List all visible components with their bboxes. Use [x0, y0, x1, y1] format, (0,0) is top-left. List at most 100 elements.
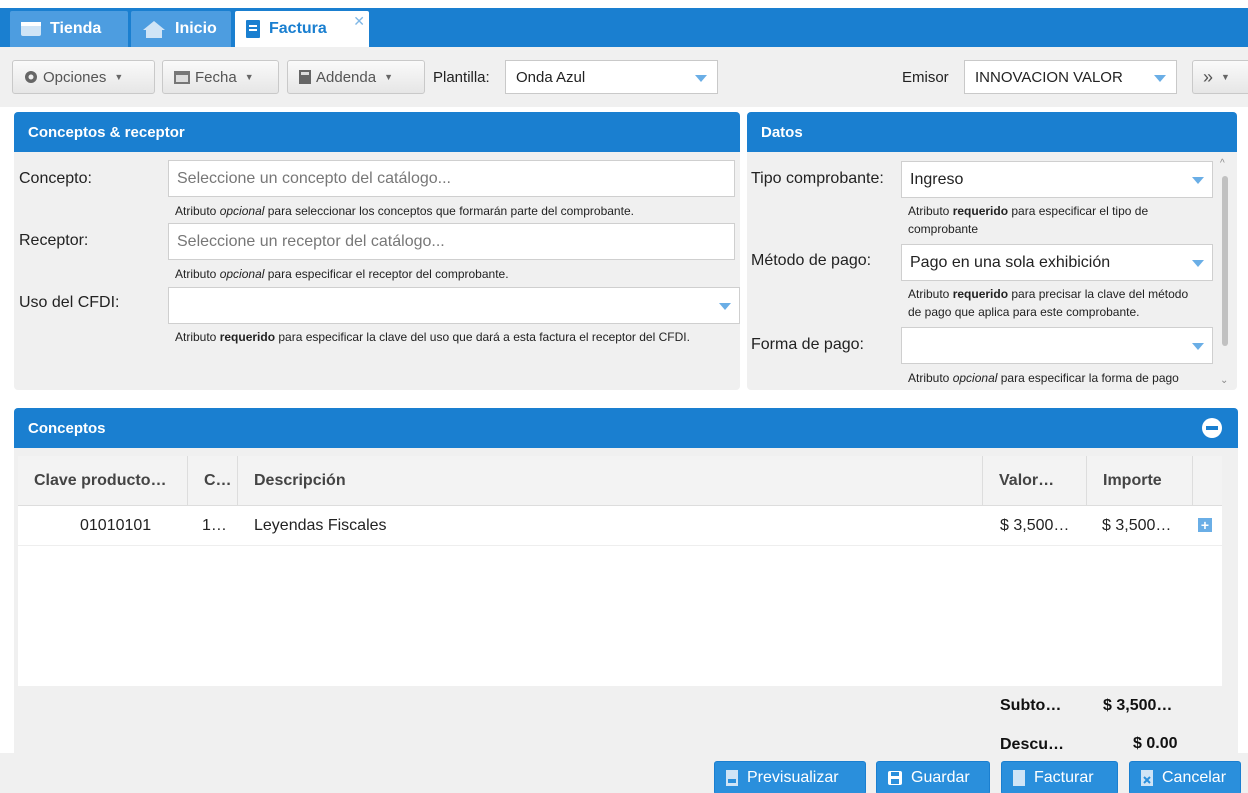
tab-inicio[interactable]: Inicio [131, 11, 231, 47]
descuento-label: Descu… [1000, 736, 1065, 753]
scroll-up-icon[interactable]: ^ [1220, 158, 1225, 169]
metodo-pago-label: Método de pago: [751, 252, 872, 269]
table-row[interactable]: 01010101 1… Leyendas Fiscales $ 3,500… $… [18, 506, 1222, 546]
concepto-input[interactable]: Seleccione un concepto del catálogo... [168, 160, 735, 197]
footer-bar: Previsualizar Guardar Facturar Cancelar [0, 753, 1248, 793]
tab-factura[interactable]: Factura ✕ [235, 11, 369, 47]
panel-title: Conceptos & receptor [14, 112, 740, 152]
cancel-icon [1140, 769, 1154, 787]
preview-label: Previsualizar [747, 769, 839, 786]
table-header: Clave producto… C… Descripción Valor… Im… [18, 456, 1222, 506]
date-button[interactable]: Fecha ▼ [162, 60, 279, 94]
datos-panel: Datos Tipo comprobante: Ingreso Atributo… [747, 112, 1237, 390]
cancel-label: Cancelar [1162, 769, 1227, 786]
template-label: Plantilla: [433, 69, 490, 86]
receptor-input[interactable]: Seleccione un receptor del catálogo... [168, 223, 735, 260]
cancel-button[interactable]: Cancelar [1129, 761, 1241, 793]
descuento-value: $ 0.00 [1133, 735, 1178, 752]
caret-down-icon: ▼ [1221, 72, 1230, 82]
panel-title: Datos [747, 112, 1237, 152]
conceptos-title: Conceptos [28, 419, 106, 437]
column-header-clave[interactable]: Clave producto… [18, 456, 188, 506]
tipo-comprobante-hint: Atributo requerido para especificar el t… [908, 204, 1149, 236]
datos-scrollbar[interactable]: ^ ⌄ [1219, 158, 1231, 386]
tab-label: Tienda [50, 20, 102, 37]
calculator-icon [298, 69, 312, 85]
concepto-hint: Atributo opcional para seleccionar los c… [175, 204, 634, 218]
cell-cantidad: 1… [202, 517, 227, 534]
addenda-label: Addenda [316, 68, 377, 86]
uso-cfdi-hint: Atributo requerido para especificar la c… [175, 330, 690, 344]
conceptos-table: Clave producto… C… Descripción Valor… Im… [18, 456, 1222, 686]
concepto-label: Concepto: [19, 170, 92, 187]
receptor-hint: Atributo opcional para especificar el re… [175, 267, 509, 281]
column-header-cantidad[interactable]: C… [188, 456, 238, 506]
save-button[interactable]: Guardar [876, 761, 990, 793]
caret-down-icon: ▼ [114, 72, 124, 82]
tab-label: Factura [269, 20, 327, 37]
dropdown-arrow-icon [1192, 343, 1204, 350]
invoice-icon [1012, 769, 1026, 787]
gear-icon [23, 69, 39, 85]
caret-down-icon: ▼ [384, 72, 393, 82]
collapse-icon[interactable] [1202, 418, 1222, 438]
home-icon [141, 19, 167, 39]
caret-down-icon: ▼ [244, 72, 254, 82]
emisor-select[interactable]: INNOVACION VALOR [964, 60, 1177, 94]
more-button[interactable]: » ▼ [1192, 60, 1248, 94]
pdf-icon [725, 769, 739, 787]
cell-importe: $ 3,500… [1102, 517, 1172, 534]
more-label: » [1203, 66, 1214, 87]
conceptos-receptor-panel: Conceptos & receptor Concepto: Seleccion… [14, 112, 740, 390]
tipo-comprobante-label: Tipo comprobante: [751, 170, 884, 187]
invoice-button[interactable]: Facturar [1001, 761, 1118, 793]
tipo-comprobante-select[interactable]: Ingreso [901, 161, 1213, 198]
forma-pago-label: Forma de pago: [751, 336, 864, 353]
scroll-thumb[interactable] [1222, 176, 1228, 346]
dropdown-arrow-icon [695, 75, 707, 82]
uso-cfdi-select[interactable] [168, 287, 740, 324]
metodo-pago-hint: Atributo requerido para precisar la clav… [908, 287, 1189, 319]
forma-pago-hint: Atributo opcional para especificar la fo… [908, 371, 1179, 385]
save-label: Guardar [911, 769, 970, 786]
scroll-down-icon[interactable]: ⌄ [1220, 375, 1228, 386]
metodo-pago-select[interactable]: Pago en una sola exhibición [901, 244, 1213, 281]
receptor-label: Receptor: [19, 232, 89, 249]
options-label: Opciones [43, 68, 107, 86]
close-icon[interactable]: ✕ [353, 13, 365, 30]
document-icon [245, 19, 261, 39]
column-header-actions [1193, 456, 1222, 506]
cell-clave: 01010101 [80, 517, 152, 534]
panel-title: Conceptos [14, 408, 1238, 448]
invoice-label: Facturar [1034, 769, 1094, 786]
metodo-pago-value: Pago en una sola exhibición [910, 253, 1111, 271]
tab-bar: Tienda Inicio Factura ✕ [0, 8, 1248, 47]
toolbar: Opciones ▼ Fecha ▼ Addenda ▼ Plantilla: … [0, 47, 1248, 107]
dropdown-arrow-icon [719, 303, 731, 310]
dropdown-arrow-icon [1154, 75, 1166, 82]
top-strip [0, 0, 1248, 8]
subtotal-label: Subto… [1000, 697, 1062, 714]
column-header-importe[interactable]: Importe [1087, 456, 1193, 506]
forma-pago-select[interactable] [901, 327, 1213, 364]
tab-tienda[interactable]: Tienda [10, 11, 128, 47]
add-row-icon[interactable]: + [1198, 518, 1212, 532]
subtotal-value: $ 3,500… [1103, 697, 1173, 714]
addenda-button[interactable]: Addenda ▼ [287, 60, 425, 94]
cell-descripcion: Leyendas Fiscales [254, 517, 387, 534]
tab-label: Inicio [175, 20, 217, 37]
dropdown-arrow-icon [1192, 260, 1204, 267]
tipo-comprobante-value: Ingreso [910, 170, 964, 188]
concepto-placeholder: Seleccione un concepto del catálogo... [177, 169, 451, 187]
date-label: Fecha [195, 68, 237, 86]
options-button[interactable]: Opciones ▼ [12, 60, 155, 94]
column-header-descripcion[interactable]: Descripción [238, 456, 983, 506]
emisor-value: INNOVACION VALOR [975, 68, 1123, 86]
uso-cfdi-label: Uso del CFDI: [19, 294, 120, 311]
preview-button[interactable]: Previsualizar [714, 761, 866, 793]
store-icon [20, 20, 42, 38]
template-select[interactable]: Onda Azul [505, 60, 718, 94]
save-icon [887, 770, 903, 786]
column-header-valor[interactable]: Valor… [983, 456, 1087, 506]
emisor-label: Emisor [902, 69, 949, 86]
